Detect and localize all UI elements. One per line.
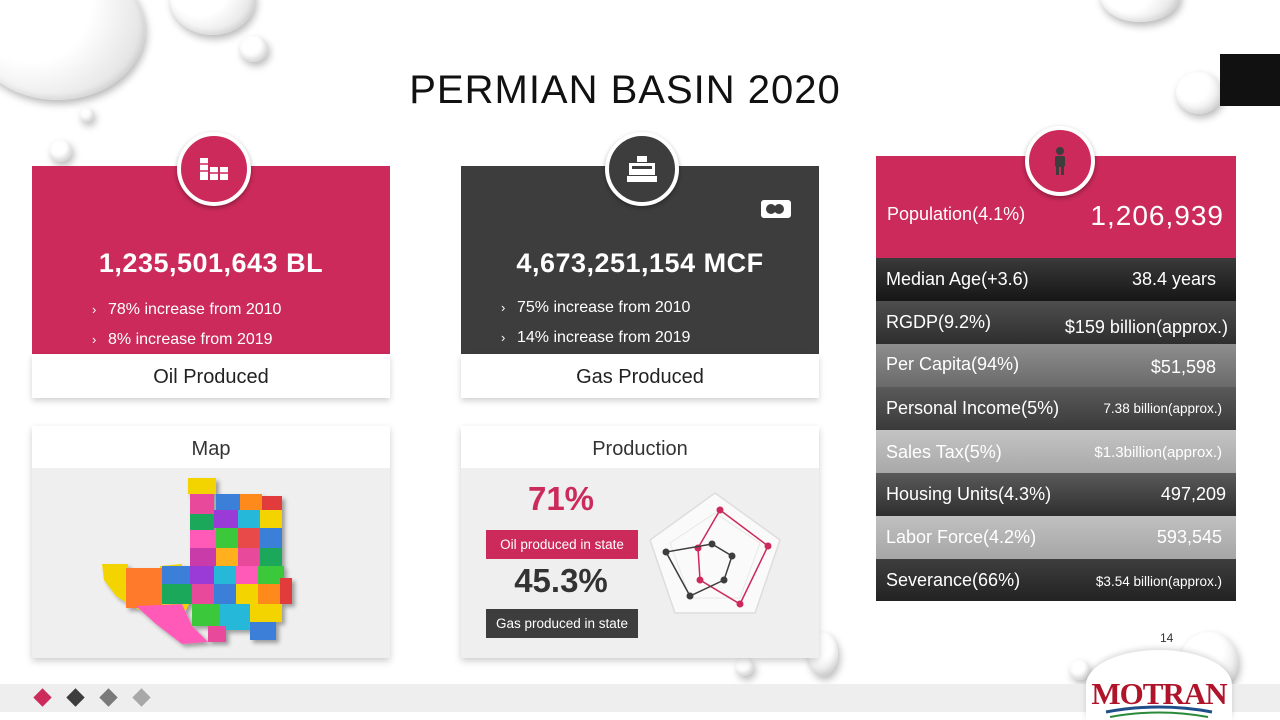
oil-barrels-icon xyxy=(177,132,251,206)
gas-badge-icon xyxy=(761,200,791,218)
page-number: 14 xyxy=(1160,631,1174,645)
stat-row-sales-tax: Sales Tax(5%) $1.3billion(approx.) xyxy=(876,430,1236,473)
gas-card-label: Gas Produced xyxy=(461,354,819,398)
oil-bullets: › 78% increase from 2010 › 8% increase fro… xyxy=(92,295,281,355)
oil-produced-value: 1,235,501,643 BL xyxy=(98,248,324,278)
map-panel-title: Map xyxy=(32,426,390,468)
population-value: 1,206,939 xyxy=(1090,200,1224,231)
gas-produced-value: 4,673,251,154 MCF xyxy=(516,248,764,278)
chevron-right-icon: › xyxy=(92,302,97,317)
list-item: › 14% increase from 2019 xyxy=(501,323,690,353)
list-item: › 78% increase from 2010 xyxy=(92,295,281,325)
water-droplet xyxy=(170,0,255,35)
water-droplet xyxy=(1100,0,1180,22)
motran-logo: MOTRAN xyxy=(1086,650,1232,720)
chevron-right-icon: › xyxy=(92,332,97,347)
list-item: › 75% increase from 2010 xyxy=(501,293,690,323)
gas-in-state-label: Gas produced in state xyxy=(486,609,638,638)
chevron-right-icon: › xyxy=(501,330,506,345)
permian-basin-map xyxy=(102,478,292,644)
person-icon xyxy=(1025,126,1095,196)
chevron-right-icon: › xyxy=(501,300,506,315)
gas-bullets: › 75% increase from 2010 › 14% increase fr… xyxy=(501,293,690,353)
production-panel-title: Production xyxy=(461,426,819,468)
oil-percent: 71% xyxy=(527,480,595,517)
slide-title: PERMIAN BASIN 2020 xyxy=(409,68,841,112)
corner-block xyxy=(1220,54,1280,106)
stat-row-severance: Severance(66%) $3.54 billion(approx.) xyxy=(876,559,1236,601)
map-panel: Map xyxy=(32,426,390,658)
oil-in-state-label: Oil produced in state xyxy=(486,530,638,559)
water-droplet xyxy=(50,140,72,162)
oil-card-label: Oil Produced xyxy=(32,354,390,398)
radar-chart-graphic xyxy=(649,492,781,614)
stat-row-rgdp: RGDP(9.2%) $159 billion(approx.) xyxy=(876,301,1236,344)
gas-pump-icon xyxy=(605,132,679,206)
population-label: Population(4.1%) xyxy=(887,204,1026,224)
gas-percent: 45.3% xyxy=(514,562,608,599)
stat-row-housing-units: Housing Units(4.3%) 497,209 xyxy=(876,473,1236,516)
water-droplet xyxy=(240,36,268,62)
water-droplet xyxy=(736,658,754,676)
stat-row-labor-force: Labor Force(4.2%) 593,545 xyxy=(876,516,1236,559)
stat-row-per-capita: Per Capita(94%) $51,598 xyxy=(876,344,1236,387)
stat-row-personal-income: Personal Income(5%) 7.38 billion(approx.… xyxy=(876,387,1236,430)
list-item: › 8% increase from 2019 xyxy=(92,325,281,355)
stat-row-median-age: Median Age(+3.6) 38.4 years xyxy=(876,258,1236,301)
